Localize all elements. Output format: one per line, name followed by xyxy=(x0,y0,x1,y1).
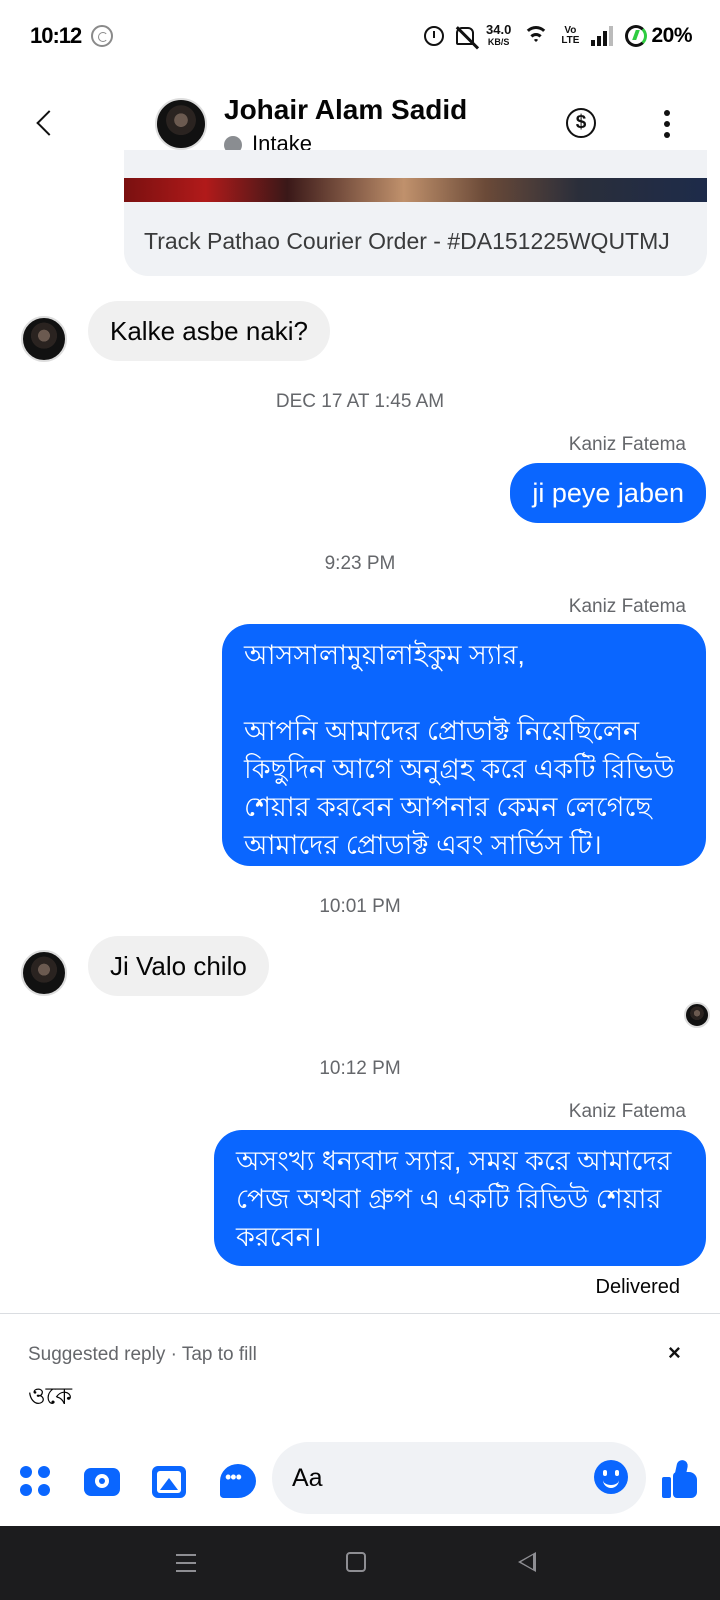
close-icon[interactable]: × xyxy=(668,1340,681,1366)
messenger-icon[interactable] xyxy=(220,1464,256,1498)
message-bubble-incoming[interactable]: Kalke asbe naki? xyxy=(88,301,331,361)
battery-percent: 20% xyxy=(651,24,692,47)
message-bubble-outgoing[interactable]: আসসালামুয়ালাইকুম স্যার, আপনি আমাদের প্র… xyxy=(222,624,706,866)
network-speed-unit: KB/S xyxy=(487,37,510,47)
message-bubble-outgoing[interactable]: ji peye jaben xyxy=(510,463,706,523)
sender-avatar[interactable] xyxy=(21,316,67,362)
network-speed: 34.0 KB/S xyxy=(486,22,512,48)
contact-avatar[interactable] xyxy=(155,98,207,150)
like-icon[interactable] xyxy=(662,1459,698,1498)
battery-indicator: 20% xyxy=(625,24,692,48)
message-input-placeholder: Aa xyxy=(292,1464,323,1492)
mute-icon xyxy=(456,27,474,45)
timestamp: 9:23 PM xyxy=(324,553,396,574)
sender-name: Kaniz Fatema xyxy=(568,596,686,617)
status-bar: 10:12 34.0 KB/S Vo LTE 20% xyxy=(0,0,720,72)
link-preview-card[interactable]: Track Pathao Courier Order - #DA151225WQ… xyxy=(124,150,707,276)
back-icon[interactable] xyxy=(36,110,62,136)
link-preview-image xyxy=(124,178,707,202)
divider xyxy=(0,1313,720,1314)
link-preview-title: Track Pathao Courier Order - #DA151225WQ… xyxy=(144,228,670,254)
volte-indicator: Vo LTE xyxy=(561,26,579,46)
sender-name: Kaniz Fatema xyxy=(568,1101,686,1122)
recents-icon[interactable] xyxy=(176,1554,196,1572)
camera-icon[interactable] xyxy=(84,1468,120,1496)
whatsapp-icon xyxy=(91,25,114,47)
alarm-icon xyxy=(424,26,444,46)
suggested-reply-text[interactable]: ওকে xyxy=(28,1378,72,1418)
suggested-reply-label: Suggested reply · Tap to fill xyxy=(28,1344,257,1365)
message-input[interactable]: Aa xyxy=(272,1442,646,1514)
network-speed-value: 34.0 xyxy=(486,22,512,37)
timestamp: 10:01 PM xyxy=(319,896,401,917)
sender-avatar[interactable] xyxy=(21,950,67,996)
gallery-icon[interactable] xyxy=(152,1466,186,1498)
message-bubble-outgoing[interactable]: অসংখ্য ধন্যবাদ স্যার, সময় করে আমাদের পে… xyxy=(214,1130,706,1266)
seen-avatar xyxy=(684,1002,710,1028)
sender-name: Kaniz Fatema xyxy=(568,434,686,455)
battery-charging-icon xyxy=(625,25,648,47)
dollar-icon[interactable]: $ xyxy=(566,108,596,138)
apps-icon[interactable] xyxy=(20,1466,50,1496)
home-icon[interactable] xyxy=(346,1552,366,1572)
volte-bottom: LTE xyxy=(561,35,580,46)
status-time: 10:12 xyxy=(30,23,82,48)
wifi-icon xyxy=(523,26,550,46)
more-icon[interactable] xyxy=(664,110,670,138)
timestamp: DEC 17 AT 1:45 AM xyxy=(275,391,445,412)
status-icons: 34.0 KB/S Vo LTE 20% xyxy=(424,22,692,48)
delivery-status: Delivered xyxy=(595,1276,680,1298)
nav-back-icon[interactable] xyxy=(518,1552,536,1572)
system-nav-bar xyxy=(0,1526,720,1600)
emoji-icon[interactable] xyxy=(594,1460,628,1494)
contact-name[interactable]: Johair Alam Sadid xyxy=(224,94,467,126)
timestamp: 10:12 PM xyxy=(319,1058,401,1079)
message-bubble-incoming[interactable]: Ji Valo chilo xyxy=(88,936,269,996)
signal-icon xyxy=(591,26,614,46)
